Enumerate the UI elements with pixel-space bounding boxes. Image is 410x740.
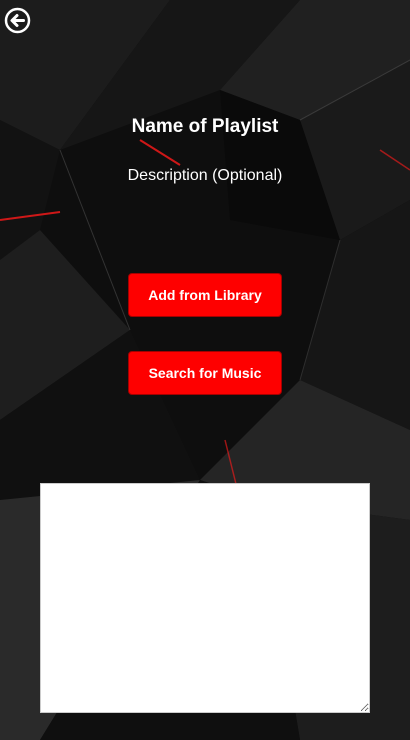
playlist-name[interactable]: Name of Playlist [0, 116, 410, 138]
create-playlist-screen: Name of Playlist Description (Optional) … [0, 0, 410, 740]
playlist-description[interactable]: Description (Optional) [0, 167, 410, 185]
song-list-textarea[interactable] [40, 483, 370, 713]
add-from-library-button[interactable]: Add from Library [128, 273, 282, 317]
search-for-music-button[interactable]: Search for Music [128, 351, 282, 395]
back-button[interactable] [4, 7, 31, 34]
back-arrow-circle-icon [4, 7, 31, 34]
